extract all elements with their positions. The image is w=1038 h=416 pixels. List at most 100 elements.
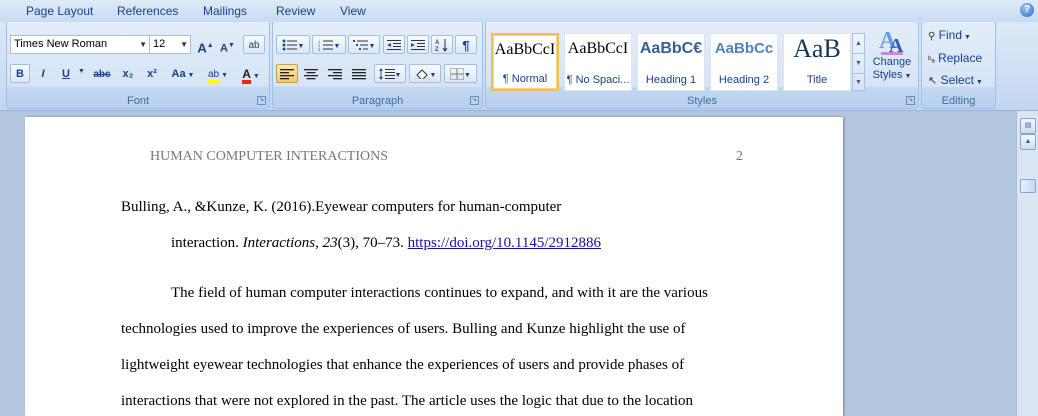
find-button[interactable]: ⚲ Find ▼ [928,28,971,42]
sort-button[interactable]: AZ [431,35,453,54]
font-color-icon: A [242,68,251,84]
find-label: Find [938,28,963,42]
styles-group-label: Styles [687,95,717,107]
borders-icon [450,68,465,81]
tab-view[interactable]: View [340,4,366,18]
scroll-up-icon[interactable]: ▲ [853,34,864,54]
underline-button[interactable]: U [56,64,76,83]
subscript-button[interactable]: x₂ [117,64,139,83]
increase-indent-icon [411,40,425,51]
chevron-down-icon[interactable]: ▼ [78,68,85,75]
align-left-button[interactable] [276,64,298,83]
dialog-launcher-icon[interactable]: ↘ [906,96,915,105]
justify-button[interactable] [348,64,370,83]
italic-button[interactable]: I [33,64,53,83]
numbering-icon: 123 [318,39,333,51]
svg-text:A: A [435,40,440,46]
font-color-button[interactable]: A ▼ [236,64,266,84]
tab-review[interactable]: Review [276,4,315,18]
chevron-down-icon: ▼ [180,40,188,49]
clear-formatting-icon: ab [248,40,260,51]
align-center-button[interactable] [300,64,322,83]
font-group-label: Font [126,95,149,107]
style-sample: AaBbCcI [494,41,556,58]
page-number: 2 [736,149,743,164]
font-size-value: 12 [153,38,166,50]
tab-references[interactable]: References [117,4,178,18]
paragraph-line: technologies used to improve the experie… [121,321,686,337]
multilevel-list-icon [352,40,368,51]
numbering-button[interactable]: 1 2 3 ▼ [312,35,346,54]
select-button[interactable]: ↖ Select ▼ [928,73,983,87]
shading-button[interactable]: ▼ [409,64,441,83]
borders-button[interactable]: ▼ [444,64,477,83]
style-sample: AaBbC€ [639,40,703,57]
chevron-down-icon: ▼ [139,40,147,49]
replace-button[interactable]: ᵇₐ Replace [928,51,982,65]
superscript-button[interactable]: x² [141,64,163,83]
italic-icon: I [41,68,45,80]
align-right-button[interactable] [324,64,346,83]
bullets-button[interactable]: ▼ [276,35,310,54]
underline-icon: U [62,68,70,80]
change-case-button[interactable]: Aa ▼ [167,64,199,83]
multilevel-list-button[interactable]: ▼ [348,35,380,54]
scroll-down-icon[interactable]: ▼ [853,54,864,74]
document-page[interactable]: HUMAN COMPUTER INTERACTIONS 2 Bulling, A… [25,117,843,416]
increase-indent-button[interactable] [407,35,429,54]
scroll-up-icon[interactable]: ▲ [1020,134,1036,150]
reference-text: interaction. [171,235,243,251]
running-head: HUMAN COMPUTER INTERACTIONS [150,149,389,164]
font-size-dropdown[interactable]: 12 ▼ [149,35,191,54]
font-name-dropdown[interactable]: Times New Roman ▼ [10,35,150,54]
grow-font-button[interactable]: A▲ [195,35,216,55]
reference-line-2: interaction. Interactions, 23(3), 70–73.… [171,235,601,252]
shrink-font-icon: A [220,42,228,55]
ribbon: Times New Roman ▼ 12 ▼ A▲ A▼ ab B I U ▼ … [0,22,1038,111]
editing-group: ⚲ Find ▼ ᵇₐ Replace ↖ Select ▼ Editing [921,22,996,109]
dialog-launcher-icon[interactable]: ↘ [257,96,266,105]
change-case-icon: Aa [171,68,186,80]
change-styles-icon: A A [879,28,904,56]
paint-bucket-icon [413,68,430,81]
replace-icon: ᵇₐ [928,54,935,64]
style-heading-2[interactable]: AaBbCc Heading 2 [710,33,778,91]
help-icon[interactable]: ? [1020,3,1034,17]
align-left-icon [280,69,294,80]
change-styles-button[interactable]: A A Change Styles ▼ [869,26,915,92]
paragraph-line: interactions that were not explored in t… [121,393,694,409]
decrease-indent-icon [387,40,401,51]
line-spacing-button[interactable]: ▼ [374,64,406,83]
decrease-indent-button[interactable] [383,35,405,54]
reference-line-1: Bulling, A., &Kunze, K. (2016).Eyewear c… [121,199,562,215]
style-heading-1[interactable]: AaBbC€ Heading 1 [637,33,705,91]
reference-separator: , [315,235,323,251]
clear-formatting-button[interactable]: ab [243,35,265,54]
tab-page-layout[interactable]: Page Layout [26,4,93,18]
style-title[interactable]: AaB Title [783,33,851,91]
tab-mailings[interactable]: Mailings [203,4,247,18]
ruler-toggle-icon[interactable]: ▤ [1020,118,1036,134]
bold-button[interactable]: B [10,64,30,83]
bold-icon: B [16,68,24,80]
show-hide-button[interactable]: ¶ [455,35,477,54]
highlight-button[interactable]: ab ▼ [202,64,234,84]
replace-label: Replace [938,51,983,65]
shrink-font-button[interactable]: A▼ [217,35,238,55]
strikethrough-button[interactable]: abc [89,64,115,83]
more-styles-icon[interactable]: ▼ [853,74,864,92]
style-normal[interactable]: AaBbCcI ¶ Normal [491,33,559,91]
dialog-launcher-icon[interactable]: ↘ [470,96,479,105]
strikethrough-icon: abc [93,69,111,80]
editing-group-label: Editing [941,95,976,107]
select-label: Select [940,73,974,87]
justify-icon [352,69,366,80]
line-spacing-icon [378,68,395,81]
style-no-spacing[interactable]: AaBbCcI ¶ No Spaci... [564,33,632,91]
style-name: ¶ No Spaci... [566,74,630,86]
journal-volume: 23 [322,235,338,251]
vertical-scrollbar[interactable]: ▤ ▲ [1016,111,1038,416]
style-name: ¶ Normal [502,73,548,85]
scroll-thumb[interactable] [1020,179,1036,193]
doi-link[interactable]: https://doi.org/10.1145/2912886 [408,235,601,251]
